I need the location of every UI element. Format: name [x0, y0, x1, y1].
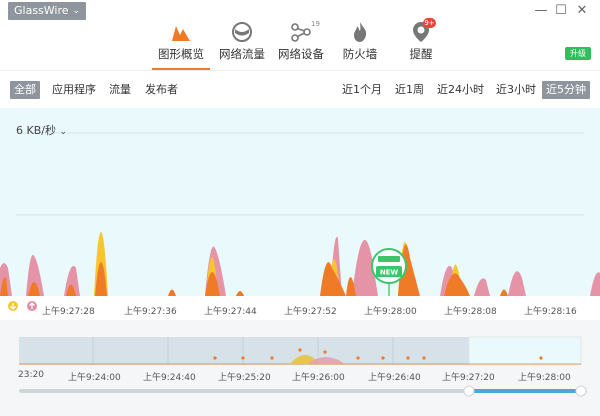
tab-network-traffic[interactable]: 网络流量	[216, 18, 268, 70]
range-1-week[interactable]: 近1周	[391, 81, 428, 99]
time-label: 上午9:27:36	[124, 307, 177, 317]
flame-icon	[354, 22, 367, 42]
tab-graph[interactable]: 图形概览	[152, 18, 210, 70]
tab-label: 防火墙	[342, 47, 378, 61]
range-3-hours[interactable]: 近3小时	[492, 81, 540, 99]
range-5-minutes[interactable]: 近5分钟	[542, 81, 590, 99]
tab-label: 提醒	[409, 47, 433, 61]
filter-bar: 全部 应用程序 流量 发布者 近1个月 近1周 近24小时 近3小时 近5分钟	[0, 70, 600, 108]
time-label: 上午9:27:52	[284, 307, 337, 317]
range-end-handle	[575, 385, 587, 397]
tab-label: 网络流量	[219, 47, 265, 61]
range-1-month[interactable]: 近1个月	[338, 81, 386, 99]
tab-label: 网络设备	[278, 47, 324, 61]
chevron-down-icon: ⌄	[59, 127, 68, 137]
overview-time-label: 上午9:24:00	[68, 373, 121, 383]
overview-time-label: 上午9:25:20	[218, 373, 271, 383]
time-label: 上午9:28:00	[364, 307, 417, 317]
overview-time-label: 上午9:27:20	[442, 373, 495, 383]
upgrade-button[interactable]: 升级	[565, 47, 591, 60]
overview-time-label: 上午9:26:40	[368, 373, 421, 383]
tab-alerts[interactable]: 9+ 提醒	[405, 18, 437, 70]
alerts-count-badge: 9+	[423, 18, 436, 28]
legend-icons	[8, 301, 37, 311]
overview-time-label: 上午9:26:00	[292, 373, 345, 383]
chevron-down-icon: ⌄	[72, 6, 80, 16]
range-start-handle	[463, 385, 475, 397]
filter-all[interactable]: 全部	[10, 81, 40, 99]
time-label: 上午9:28:08	[444, 307, 497, 317]
filter-applications[interactable]: 应用程序	[48, 81, 100, 99]
tab-network-devices[interactable]: 19 网络设备	[275, 18, 327, 70]
overview-time-label: 上午9:24:40	[143, 373, 196, 383]
filter-traffic[interactable]: 流量	[105, 81, 135, 99]
traffic-graph-canvas: NEW	[0, 132, 600, 296]
devices-count-badge: 19	[311, 20, 320, 28]
overview-panel: 23:20 上午9:24:00 上午9:24:40 上午9:25:20 上午9:…	[0, 320, 600, 416]
close-button[interactable]: ✕	[574, 3, 590, 19]
timeline-axis: 上午9:27:28 上午9:27:36 上午9:27:44 上午9:27:52 …	[0, 296, 600, 320]
overview-time-label: 23:20	[18, 370, 44, 380]
maximize-button[interactable]: ☐	[553, 3, 569, 19]
app-name: GlassWire	[14, 4, 69, 17]
tab-label: 图形概览	[158, 47, 204, 61]
app-menu-button[interactable]: GlassWire ⌄	[8, 2, 86, 20]
header: GlassWire ⌄ — ☐ ✕ 图形概览 网络流量 19 网络设备 防火墙 …	[0, 0, 600, 70]
range-24-hours[interactable]: 近24小时	[433, 81, 488, 99]
outgoing-traffic-area	[0, 236, 600, 296]
time-label: 上午9:28:16	[524, 307, 577, 317]
new-badge-text: NEW	[380, 269, 399, 277]
unit-label: 6 KB/秒	[16, 124, 56, 137]
unit-selector[interactable]: 6 KB/秒 ⌄	[16, 122, 67, 138]
time-label: 上午9:27:44	[204, 307, 257, 317]
minimize-button[interactable]: —	[533, 3, 549, 19]
graph-icon	[172, 26, 190, 41]
tab-firewall[interactable]: 防火墙	[340, 18, 380, 70]
filter-publishers[interactable]: 发布者	[141, 81, 182, 99]
traffic-graph[interactable]: NEW	[0, 108, 600, 296]
overview-timeline[interactable]	[0, 320, 600, 416]
overview-time-label: 上午9:28:00	[518, 373, 571, 383]
time-label: 上午9:27:28	[42, 307, 95, 317]
globe-icon	[232, 22, 252, 42]
